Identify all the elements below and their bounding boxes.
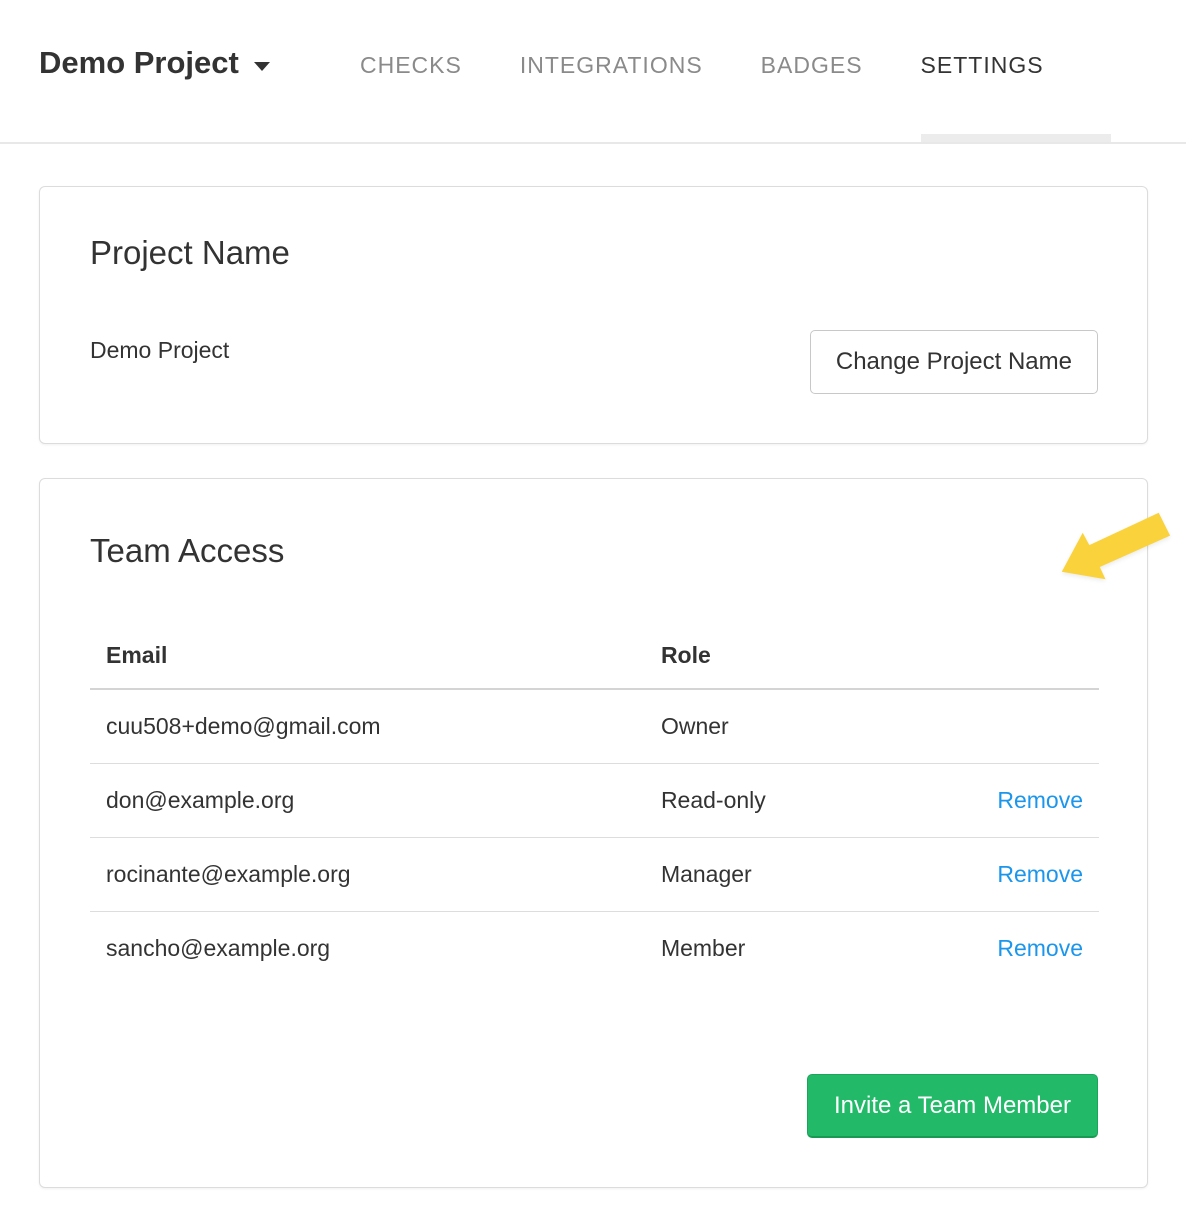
email-column-header: Email bbox=[90, 627, 645, 689]
change-project-name-button[interactable]: Change Project Name bbox=[810, 330, 1098, 394]
table-header-row: Email Role bbox=[90, 627, 1099, 689]
member-email: cuu508+demo@gmail.com bbox=[90, 689, 645, 764]
member-action-cell bbox=[938, 689, 1099, 764]
table-row: cuu508+demo@gmail.com Owner bbox=[90, 689, 1099, 764]
member-role: Member bbox=[645, 912, 938, 986]
member-email: don@example.org bbox=[90, 764, 645, 838]
member-email: rocinante@example.org bbox=[90, 838, 645, 912]
project-settings-page: Demo Project CHECKS INTEGRATIONS BADGES … bbox=[0, 0, 1186, 1226]
table-row: don@example.org Read-only Remove bbox=[90, 764, 1099, 838]
table-row: rocinante@example.org Manager Remove bbox=[90, 838, 1099, 912]
project-name-card: Project Name Demo Project Change Project… bbox=[39, 186, 1148, 444]
tab-integrations[interactable]: INTEGRATIONS bbox=[520, 51, 703, 79]
nav-tabs: CHECKS INTEGRATIONS BADGES SETTINGS bbox=[360, 51, 1044, 79]
project-dropdown[interactable]: Demo Project bbox=[39, 44, 270, 82]
current-project-name: Demo Project bbox=[90, 335, 229, 365]
member-email: sancho@example.org bbox=[90, 912, 645, 986]
project-name-card-title: Project Name bbox=[90, 233, 290, 273]
invite-team-member-button[interactable]: Invite a Team Member bbox=[807, 1074, 1098, 1138]
tab-badges[interactable]: BADGES bbox=[761, 51, 863, 79]
member-action-cell: Remove bbox=[938, 764, 1099, 838]
member-action-cell: Remove bbox=[938, 912, 1099, 986]
member-role: Manager bbox=[645, 838, 938, 912]
table-row: sancho@example.org Member Remove bbox=[90, 912, 1099, 986]
team-access-card-title: Team Access bbox=[90, 531, 284, 571]
actions-column-header bbox=[938, 627, 1099, 689]
remove-member-link[interactable]: Remove bbox=[997, 787, 1083, 813]
remove-member-link[interactable]: Remove bbox=[997, 935, 1083, 961]
project-title: Demo Project bbox=[39, 44, 239, 82]
tab-settings[interactable]: SETTINGS bbox=[921, 51, 1044, 79]
chevron-down-icon bbox=[254, 62, 270, 71]
team-table-container: Email Role cuu508+demo@gmail.com Owner d… bbox=[90, 627, 1099, 985]
remove-member-link[interactable]: Remove bbox=[997, 861, 1083, 887]
role-column-header: Role bbox=[645, 627, 938, 689]
member-role: Owner bbox=[645, 689, 938, 764]
member-action-cell: Remove bbox=[938, 838, 1099, 912]
member-role: Read-only bbox=[645, 764, 938, 838]
team-table: Email Role cuu508+demo@gmail.com Owner d… bbox=[90, 627, 1099, 985]
tab-checks[interactable]: CHECKS bbox=[360, 51, 462, 79]
header-divider bbox=[0, 142, 1186, 144]
team-access-card: Team Access Email Role cuu508+demo@gmail… bbox=[39, 478, 1148, 1188]
